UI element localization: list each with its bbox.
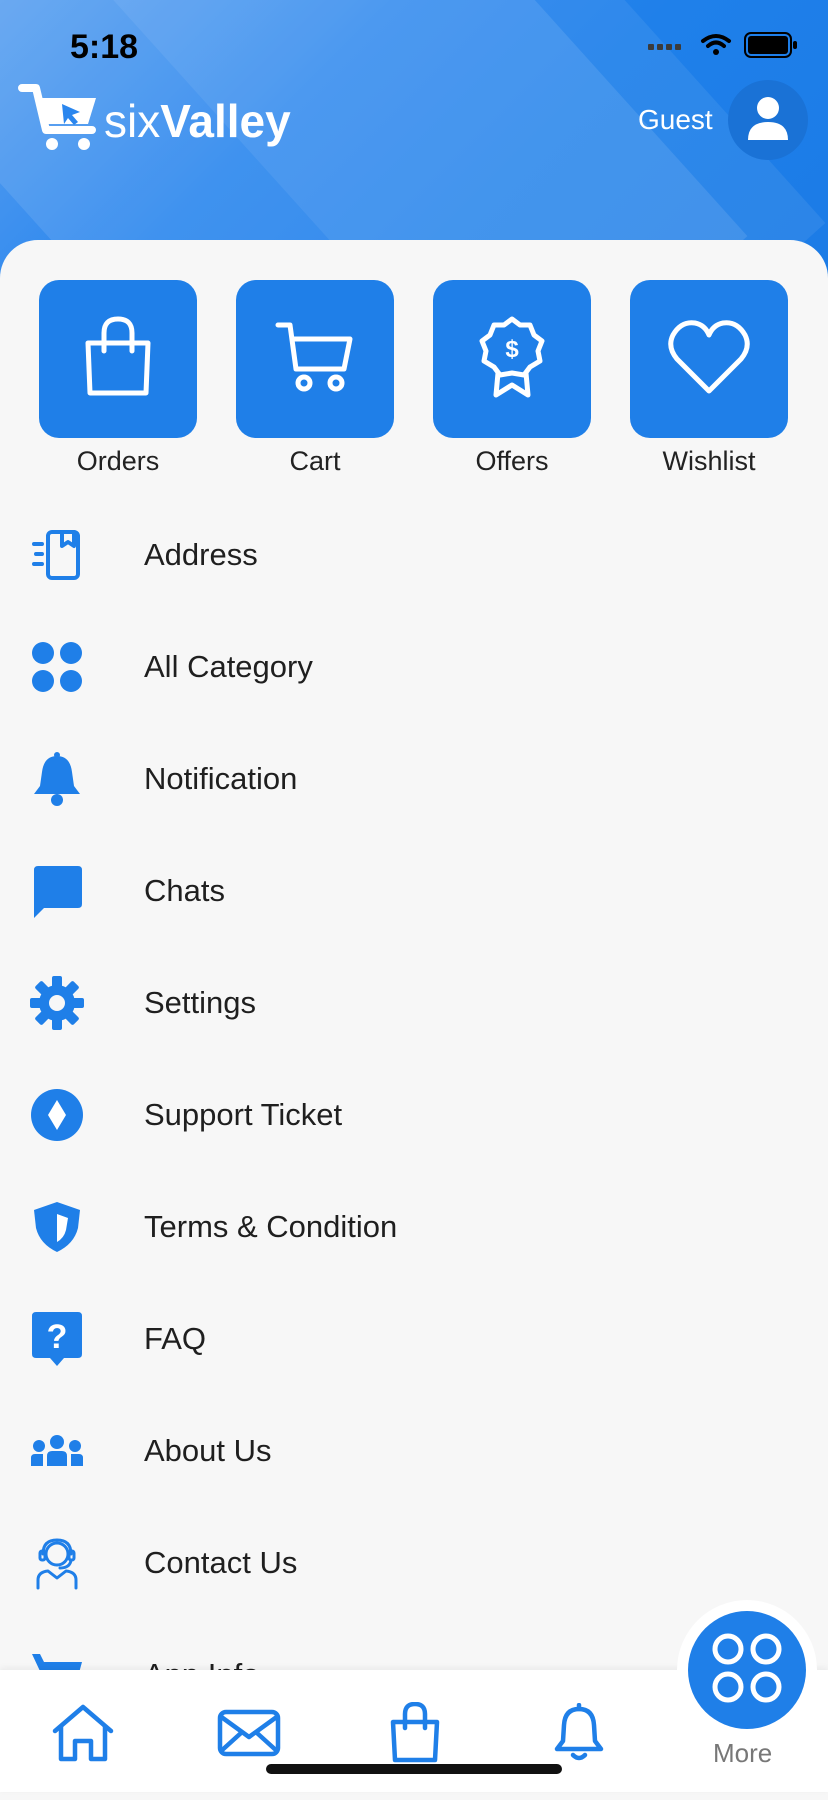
bell-icon	[30, 752, 84, 806]
more-button[interactable]	[677, 1600, 817, 1740]
quick-offers[interactable]: $ Offers	[432, 280, 592, 477]
status-time: 5:18	[70, 28, 139, 66]
question-icon: ?	[30, 1312, 84, 1366]
quick-tile[interactable]	[39, 280, 197, 438]
gear-icon	[30, 976, 84, 1030]
diamond-circle-icon	[30, 1088, 84, 1142]
heart-icon	[667, 319, 751, 400]
quick-tile[interactable]	[236, 280, 394, 438]
menu-item-label: Chats	[144, 873, 225, 908]
menu-item-label: About Us	[144, 1433, 272, 1468]
battery-icon	[744, 32, 798, 63]
grid-dots-icon	[30, 640, 84, 694]
user-icon	[744, 94, 792, 147]
quick-label: Wishlist	[662, 446, 756, 476]
svg-text:$: $	[505, 336, 519, 363]
menu-item-notification[interactable]: Notification	[0, 734, 828, 824]
menu-item-label: FAQ	[144, 1321, 207, 1356]
quick-label: Orders	[76, 446, 160, 476]
grid-icon	[711, 1632, 783, 1709]
team-icon	[30, 1424, 84, 1478]
offer-badge-icon: $	[474, 315, 550, 404]
more-label: More	[713, 1738, 773, 1768]
nav-inbox-button[interactable]	[214, 1700, 284, 1770]
quick-label: Cart	[289, 446, 341, 476]
bag-icon	[80, 315, 156, 404]
quick-wishlist[interactable]: Wishlist	[629, 280, 789, 477]
mail-icon	[217, 1709, 281, 1762]
menu-item-terms[interactable]: Terms & Condition	[0, 1182, 828, 1272]
menu-item-all-category[interactable]: All Category	[0, 622, 828, 712]
menu-item-contact-us[interactable]: Contact Us	[0, 1518, 828, 1608]
menu-item-chats[interactable]: Chats	[0, 846, 828, 936]
svg-text:?: ?	[47, 1318, 68, 1356]
support-agent-icon	[30, 1536, 84, 1590]
nav-notifications-button[interactable]	[544, 1700, 614, 1770]
menu-item-about-us[interactable]: About Us	[0, 1406, 828, 1496]
menu-item-label: Address	[144, 537, 258, 572]
signal-icon	[648, 38, 688, 57]
address-book-icon	[30, 528, 84, 582]
bag-icon	[389, 1701, 441, 1769]
status-icons	[648, 32, 798, 63]
menu-item-support-ticket[interactable]: Support Ticket	[0, 1070, 828, 1160]
brand-name: sixValley	[104, 94, 291, 147]
cart-icon	[274, 319, 356, 400]
menu-item-label: All Category	[144, 649, 313, 684]
menu-item-faq[interactable]: ? FAQ	[0, 1294, 828, 1384]
profile-avatar-button[interactable]	[728, 80, 808, 160]
home-indicator	[266, 1764, 562, 1774]
quick-orders[interactable]: Orders	[38, 280, 198, 477]
menu-item-label: Notification	[144, 761, 298, 796]
menu-item-settings[interactable]: Settings	[0, 958, 828, 1048]
guest-label: Guest	[638, 104, 713, 135]
quick-tile[interactable]: $	[433, 280, 591, 438]
bell-icon	[553, 1702, 605, 1768]
quick-label: Offers	[475, 446, 549, 476]
cart-logo-icon	[18, 82, 100, 159]
shield-icon	[30, 1200, 84, 1254]
brand-logo: sixValley	[18, 82, 291, 159]
chat-bubble-icon	[30, 864, 84, 918]
menu-item-label: Terms & Condition	[144, 1209, 398, 1244]
more-button-inner[interactable]	[688, 1611, 806, 1729]
quick-tile[interactable]	[630, 280, 788, 438]
menu-item-label: Contact Us	[144, 1545, 298, 1580]
home-icon	[51, 1703, 115, 1768]
wifi-icon	[700, 33, 732, 62]
nav-orders-button[interactable]	[380, 1700, 450, 1770]
quick-cart[interactable]: Cart	[235, 280, 395, 477]
nav-home-button[interactable]	[48, 1700, 118, 1770]
menu-item-label: Settings	[144, 985, 257, 1020]
menu-item-address[interactable]: Address	[0, 510, 828, 600]
menu-item-label: Support Ticket	[144, 1097, 343, 1132]
